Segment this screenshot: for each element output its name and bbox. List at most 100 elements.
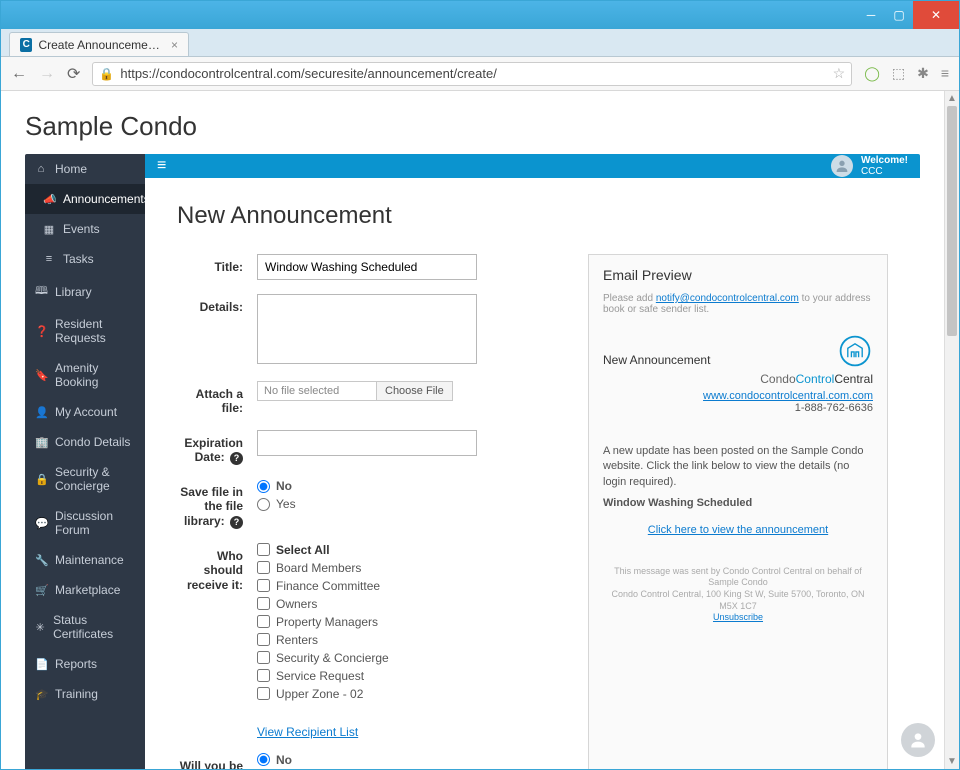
sidebar-item-marketplace[interactable]: 🛒Marketplace	[25, 575, 145, 605]
checkbox-label: Property Managers	[276, 615, 378, 629]
recipient-checkbox-security-concierge[interactable]: Security & Concierge	[257, 651, 564, 665]
paper-no-radio[interactable]: No	[257, 753, 564, 767]
help-icon[interactable]: ?	[230, 452, 243, 465]
preview-body-title: Window Washing Scheduled	[603, 496, 873, 511]
sidebar-item-home[interactable]: ⌂Home	[25, 154, 145, 184]
sidebar-item-tasks[interactable]: ≡ Tasks	[25, 244, 145, 274]
page-viewport: Sample Condo ⌂Home📣Announcements▦Events≡…	[1, 91, 959, 769]
sidebar-item-reports[interactable]: 📄Reports	[25, 649, 145, 679]
sidebar: ⌂Home📣Announcements▦Events ≡ Tasks 🕮Library…	[25, 154, 145, 769]
receive-label: Who should receive it:	[177, 543, 257, 592]
sidebar-item-resident-requests[interactable]: ❓Resident Requests	[25, 309, 145, 353]
nav-back-icon[interactable]: ←	[11, 65, 27, 83]
extension-icon[interactable]: ⬚	[892, 65, 905, 82]
choose-file-button[interactable]: Choose File	[377, 381, 453, 401]
announce-icon: 📣	[43, 193, 55, 206]
sidebar-item-label: Status Certificates	[53, 613, 135, 641]
window-minimize-button[interactable]: ─	[857, 1, 885, 29]
tab-close-icon[interactable]: ×	[171, 38, 178, 52]
form-column: Title: Details:	[177, 254, 564, 769]
sidebar-item-discussion-forum[interactable]: 💬Discussion Forum	[25, 501, 145, 545]
recipient-checkbox-board-members[interactable]: Board Members	[257, 561, 564, 575]
title-input[interactable]	[257, 254, 477, 280]
savefile-no-radio[interactable]: No	[257, 479, 564, 493]
tasks-icon: ≡	[43, 253, 55, 265]
recipient-checkbox-owners[interactable]: Owners	[257, 597, 564, 611]
sidebar-item-library[interactable]: 🕮Library	[25, 274, 145, 309]
main-area: ≡ Welcome! CCC New Announcemen	[145, 154, 920, 769]
preview-sender-note: Please add notify@condocontrolcentral.co…	[603, 293, 873, 315]
extension-icons: ◯ ⬚ ✱ ≡	[864, 65, 949, 82]
extension-icon[interactable]: ✱	[917, 65, 929, 82]
sidebar-item-maintenance[interactable]: 🔧Maintenance	[25, 545, 145, 575]
app-shell: ⌂Home📣Announcements▦Events≡Tasks🕮Library…	[25, 154, 920, 769]
sidebar-item-security-concierge[interactable]: 🔒Security & Concierge	[25, 457, 145, 501]
sidebar-item-my-account[interactable]: 👤My Account	[25, 397, 145, 427]
user-box[interactable]: Welcome! CCC	[831, 155, 908, 177]
sidebar-item-training[interactable]: 🎓Training	[25, 679, 145, 709]
view-recipient-link[interactable]: View Recipient List	[257, 725, 358, 739]
url-input[interactable]	[120, 66, 826, 81]
username-label: CCC	[861, 166, 908, 177]
brand-logo: CondoControlCentral	[760, 333, 873, 386]
chat-bubble-button[interactable]	[901, 723, 935, 757]
recipient-checkbox-upper-zone-[interactable]: Upper Zone - 02	[257, 687, 564, 701]
sidebar-item-label: My Account	[55, 405, 117, 419]
recipient-checkbox-property-managers[interactable]: Property Managers	[257, 615, 564, 629]
help-icon[interactable]: ?	[230, 516, 243, 529]
sidebar-item-label: Library	[55, 285, 92, 299]
checkbox-label: Upper Zone - 02	[276, 687, 363, 701]
nav-forward-icon[interactable]: →	[39, 65, 55, 83]
scrollbar[interactable]: ▲ ▼	[944, 91, 959, 769]
sidebar-item-label: Announcements	[63, 192, 150, 206]
nav-reload-icon[interactable]: ⟳	[67, 64, 80, 84]
sidebar-item-label: Training	[55, 687, 98, 701]
page-content: Sample Condo ⌂Home📣Announcements▦Events≡…	[1, 91, 944, 769]
sidebar-item-label: Tasks	[63, 252, 94, 266]
recipient-checkbox-service-request[interactable]: Service Request	[257, 669, 564, 683]
scroll-up-icon[interactable]: ▲	[945, 91, 959, 106]
expiration-input[interactable]	[257, 430, 477, 456]
preview-body-text: A new update has been posted on the Samp…	[603, 444, 873, 490]
recipient-checkbox-renters[interactable]: Renters	[257, 633, 564, 647]
details-label: Details:	[177, 294, 257, 314]
scroll-down-icon[interactable]: ▼	[945, 754, 959, 769]
recipient-checkbox-select-all[interactable]: Select All	[257, 543, 564, 557]
brand-site-link[interactable]: www.condocontrolcentral.com.com	[703, 390, 873, 402]
title-label: Title:	[177, 254, 257, 274]
browser-tab[interactable]: C Create Announcement | C ×	[9, 32, 189, 56]
sidebar-item-label: Discussion Forum	[55, 509, 135, 537]
avatar-icon	[831, 155, 853, 177]
window-close-button[interactable]: ✕	[913, 1, 959, 29]
notify-email-link[interactable]: notify@condocontrolcentral.com	[656, 293, 799, 304]
recipient-checkbox-finance-committee[interactable]: Finance Committee	[257, 579, 564, 593]
reports-icon: 📄	[35, 658, 47, 671]
window-title-bar: ─ ▢ ✕	[1, 1, 959, 29]
window-maximize-button[interactable]: ▢	[885, 1, 913, 29]
preview-view-link[interactable]: Click here to view the announcement	[648, 524, 828, 536]
savefile-yes-radio[interactable]: Yes	[257, 497, 564, 511]
details-textarea[interactable]	[257, 294, 477, 364]
maintenance-icon: 🔧	[35, 554, 47, 567]
url-bar[interactable]: 🔒 ☆	[92, 62, 852, 86]
hamburger-icon[interactable]: ≡	[157, 157, 166, 175]
savefile-label: Save file in the file library: ?	[177, 479, 257, 529]
scroll-thumb[interactable]	[947, 106, 957, 336]
scroll-track[interactable]	[945, 106, 959, 754]
sidebar-item-condo-details[interactable]: 🏢Condo Details	[25, 427, 145, 457]
sidebar-item-status-certificates[interactable]: ✳ Status Certificates	[25, 605, 145, 649]
preview-heading: Email Preview	[603, 267, 873, 283]
sidebar-item-announcements[interactable]: 📣Announcements	[25, 184, 145, 214]
sidebar-item-events[interactable]: ▦Events	[25, 214, 145, 244]
lock-icon: 🔒	[99, 67, 114, 81]
extension-icon[interactable]: ◯	[864, 65, 880, 82]
preview-unsubscribe-link[interactable]: Unsubscribe	[713, 612, 763, 622]
browser-menu-icon[interactable]: ≡	[941, 65, 949, 82]
expiration-label: Expiration Date: ?	[177, 430, 257, 465]
sidebar-item-label: Home	[55, 162, 87, 176]
checkbox-label: Select All	[276, 543, 330, 557]
tab-strip: C Create Announcement | C ×	[1, 29, 959, 57]
status-icon: ✳	[35, 621, 45, 634]
sidebar-item-amenity-booking[interactable]: 🔖Amenity Booking	[25, 353, 145, 397]
bookmark-star-icon[interactable]: ☆	[833, 65, 846, 82]
